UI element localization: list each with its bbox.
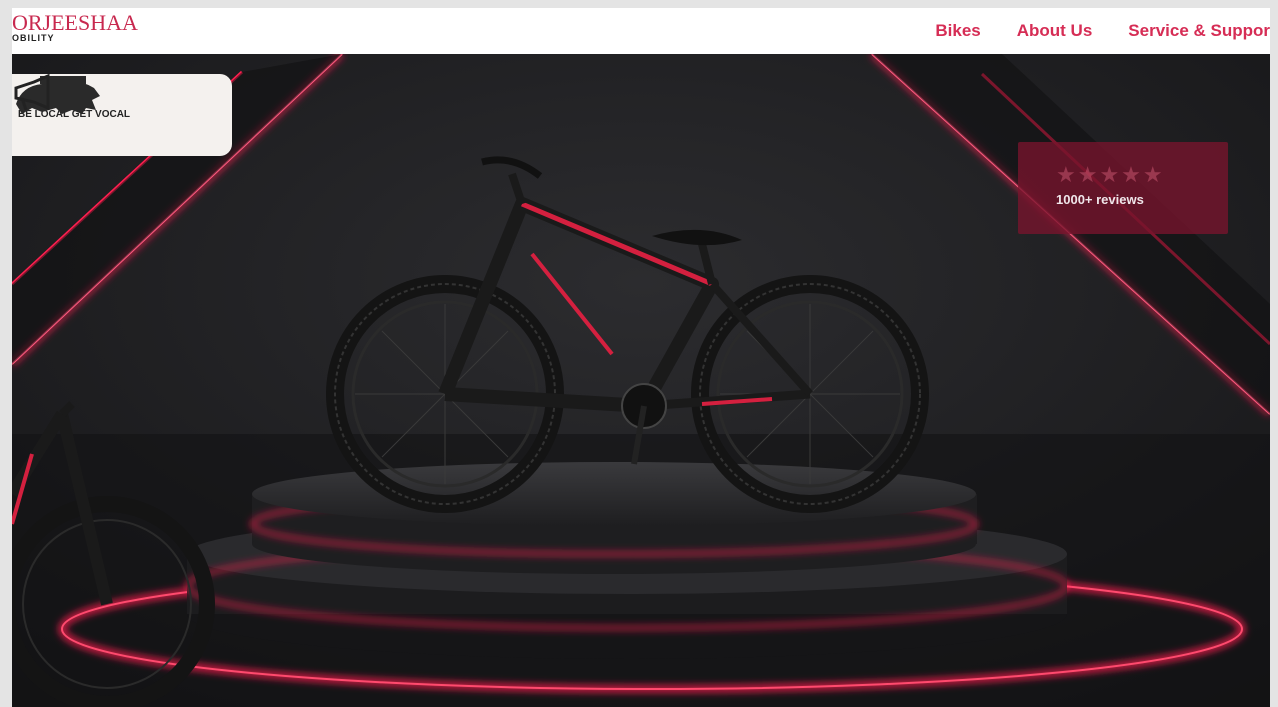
megaphone-icon	[14, 74, 50, 111]
brand-logo[interactable]: ORJEESHAA OBILITY	[12, 10, 138, 44]
star-rating: ★★★★★	[1056, 162, 1165, 187]
logo-main-text: ORJEESHAA	[12, 10, 138, 35]
page-frame: ORJEESHAA OBILITY Bikes About Us Service…	[12, 8, 1270, 707]
nav-about-us[interactable]: About Us	[1017, 21, 1093, 41]
reviews-count: 1000+ reviews	[1056, 192, 1144, 207]
site-header: ORJEESHAA OBILITY Bikes About Us Service…	[12, 8, 1270, 54]
main-nav: Bikes About Us Service & Suppor	[899, 8, 1270, 54]
make-in-india-badge: BE LOCAL GET VOCAL	[12, 74, 232, 156]
rating-card: ★★★★★ 1000+ reviews	[1018, 142, 1228, 234]
nav-service-support[interactable]: Service & Suppor	[1128, 21, 1270, 41]
podium	[185, 462, 1069, 659]
hero-banner: BE LOCAL GET VOCAL ★★★★★ 1000+ reviews	[12, 54, 1270, 707]
nav-bikes[interactable]: Bikes	[935, 21, 980, 41]
chevron-right-icon	[1268, 404, 1270, 474]
